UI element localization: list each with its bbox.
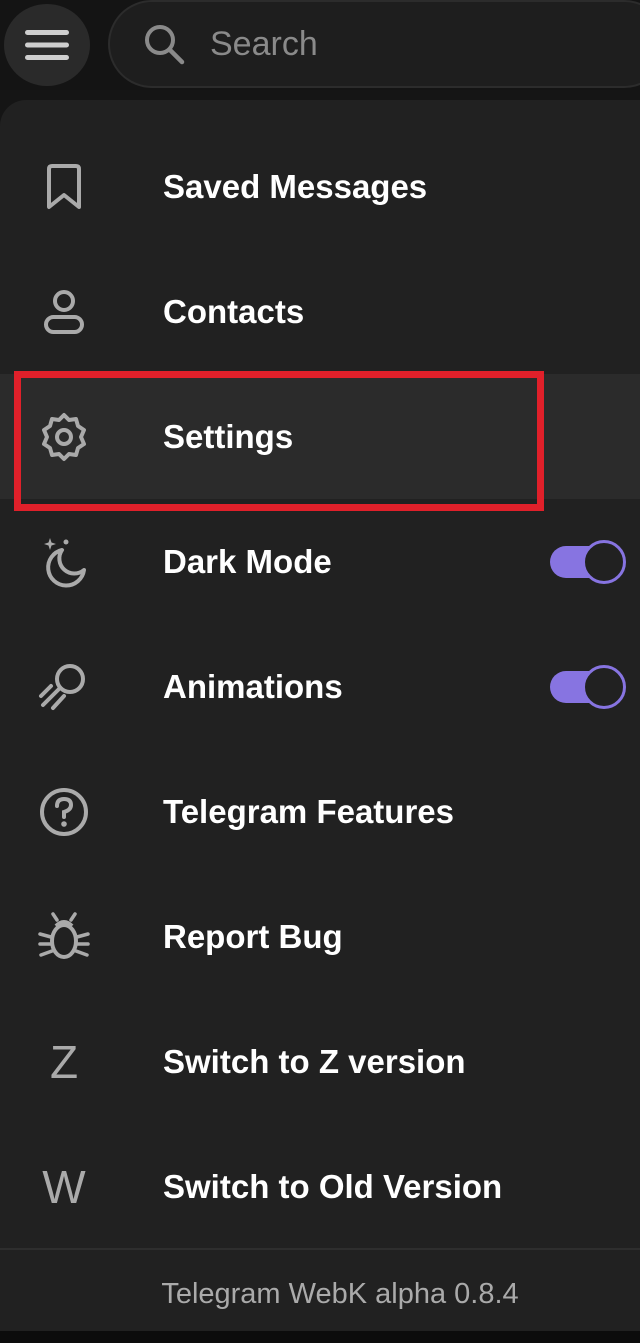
user-icon — [36, 284, 92, 340]
main-menu: Saved Messages Contacts Settings Dark Mo… — [0, 100, 640, 1343]
menu-item-label: Contacts — [163, 292, 305, 330]
menu-item-label: Settings — [163, 417, 294, 455]
toggle-knob — [582, 539, 626, 584]
animation-icon — [36, 659, 92, 715]
moon-icon — [36, 534, 92, 590]
telegram-webk-window: Saved Messages Contacts Settings — [0, 0, 640, 1343]
menu-item-label: Saved Messages — [163, 167, 428, 205]
menu-item-animations[interactable]: Animations — [0, 624, 640, 749]
search-icon — [140, 20, 188, 68]
bookmark-icon — [36, 159, 92, 215]
toggle-knob — [582, 664, 626, 709]
menu-footer: Telegram WebK alpha 0.8.4 — [0, 1248, 640, 1343]
animations-toggle[interactable] — [548, 664, 626, 709]
menu-item-label: Telegram Features — [163, 792, 455, 830]
search-bar[interactable] — [108, 0, 640, 88]
menu-item-label: Dark Mode — [163, 542, 332, 580]
gear-icon — [36, 409, 92, 465]
search-input[interactable] — [208, 23, 532, 65]
menu-item-dark-mode[interactable]: Dark Mode — [0, 499, 640, 624]
app-version: Telegram WebK alpha 0.8.4 — [161, 1278, 519, 1310]
menu-item-switch-to-z[interactable]: Z Switch to Z version — [0, 999, 640, 1124]
bug-icon — [36, 909, 92, 965]
hamburger-menu-icon — [25, 30, 69, 60]
bottom-edge — [0, 1331, 640, 1343]
dark-mode-toggle[interactable] — [548, 539, 626, 584]
main-menu-button[interactable] — [4, 4, 90, 86]
menu-item-telegram-features[interactable]: Telegram Features — [0, 749, 640, 874]
menu-item-label: Report Bug — [163, 917, 343, 955]
letter-z-icon: Z — [49, 1035, 79, 1088]
menu-item-label: Switch to Old Version — [163, 1167, 503, 1205]
menu-item-saved-messages[interactable]: Saved Messages — [0, 124, 640, 249]
menu-item-switch-to-old[interactable]: W Switch to Old Version — [0, 1124, 640, 1249]
menu-item-contacts[interactable]: Contacts — [0, 249, 640, 374]
letter-w-icon: W — [42, 1160, 86, 1213]
top-bar — [0, 0, 640, 90]
menu-item-label: Animations — [163, 667, 343, 705]
menu-item-label: Switch to Z version — [163, 1042, 466, 1080]
question-icon — [36, 784, 92, 840]
menu-item-settings[interactable]: Settings — [0, 374, 640, 499]
menu-item-report-bug[interactable]: Report Bug — [0, 874, 640, 999]
